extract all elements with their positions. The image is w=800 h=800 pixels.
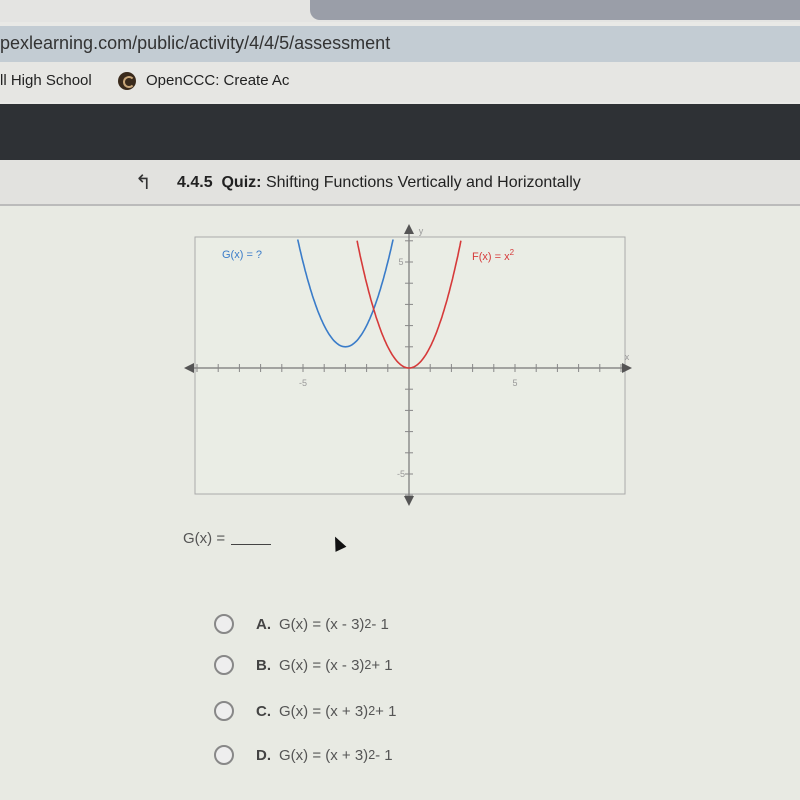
- radio-c[interactable]: [214, 701, 234, 721]
- y-axis-top-arrow: [404, 224, 414, 234]
- radio-d[interactable]: [214, 745, 234, 765]
- quiz-title: 4.4.5 Quiz: Shifting Functions Verticall…: [177, 174, 581, 191]
- answer-blank: [231, 544, 272, 545]
- y-tick-label: 5: [398, 257, 403, 267]
- option-b[interactable]: B. G(x) = (x - 3) 2 + 1: [214, 653, 393, 677]
- browser-tab[interactable]: [310, 0, 800, 20]
- openccc-icon: [118, 72, 136, 90]
- site-header: [0, 104, 800, 160]
- graph-frame: [194, 236, 626, 495]
- bookmarks-bar: ll High School OpenCCC: Create Ac: [0, 62, 800, 102]
- x-axis-left-arrow: [184, 363, 194, 373]
- radio-a[interactable]: [214, 614, 234, 634]
- y-axis-label: y: [419, 226, 424, 236]
- x-axis-label: x: [625, 352, 630, 362]
- bookmark-openccc[interactable]: OpenCCC: Create Ac: [146, 72, 289, 89]
- up-arrow-icon[interactable]: ↰: [135, 170, 152, 195]
- x-tick-label: -5: [299, 378, 307, 388]
- radio-b[interactable]: [214, 655, 234, 675]
- address-bar[interactable]: pexlearning.com/public/activity/4/4/5/as…: [0, 26, 800, 62]
- answer-prompt: G(x) =: [183, 530, 272, 547]
- url-text[interactable]: pexlearning.com/public/activity/4/4/5/as…: [0, 33, 390, 54]
- function-graph: -5 5 5 -5 x y G(x) = ? F(x) = x2: [184, 224, 632, 506]
- g-label: G(x) = ?: [222, 249, 262, 261]
- option-d[interactable]: D. G(x) = (x + 3) 2 - 1: [214, 743, 393, 767]
- bookmark-high-school[interactable]: ll High School: [0, 72, 92, 89]
- x-axis-right-arrow: [622, 363, 632, 373]
- option-a[interactable]: A. G(x) = (x - 3) 2 - 1: [214, 612, 389, 636]
- x-tick-label: 5: [512, 378, 517, 388]
- y-axis-bottom-arrow: [404, 496, 414, 506]
- quiz-header: ↰ 4.4.5 Quiz: Shifting Functions Vertica…: [0, 160, 800, 206]
- y-tick-label: -5: [397, 469, 405, 479]
- browser-tab-strip: [0, 0, 800, 22]
- f-label: F(x) = x2: [472, 248, 515, 263]
- option-c[interactable]: C. G(x) = (x + 3) 2 + 1: [214, 699, 396, 723]
